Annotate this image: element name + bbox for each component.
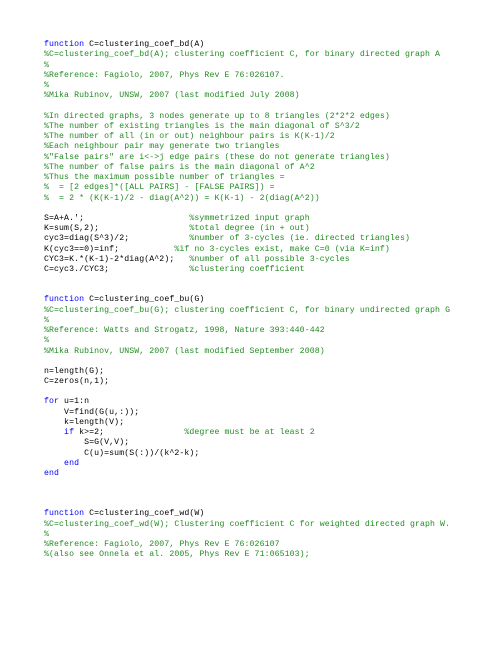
- comment-line: %Mika Rubinov, UNSW, 2007 (last modified…: [44, 347, 468, 357]
- code-line: cyc3=diag(S^3)/2; %number of 3-cycles (i…: [44, 234, 468, 244]
- keyword-function: function: [44, 40, 84, 49]
- comment-text: %number of 3-cycles (ie. directed triang…: [189, 234, 410, 243]
- comment-line: %In directed graphs, 3 nodes generate up…: [44, 112, 468, 122]
- code-line: CYC3=K.*(K-1)-2*diag(A^2); %number of al…: [44, 255, 468, 265]
- blank-line: [44, 204, 468, 214]
- code-line: C=cyc3./CYC3; %clustering coefficient: [44, 265, 468, 275]
- comment-text: %total degree (in + out): [189, 224, 309, 233]
- code-line: S=A+A.'; %symmetrized input graph: [44, 214, 468, 224]
- blank-line: [44, 489, 468, 499]
- comment-line: %: [44, 81, 468, 91]
- code-line: C(u)=sum(S(:))/(k^2-k);: [44, 449, 468, 459]
- comment-line: %Mika Rubinov, UNSW, 2007 (last modified…: [44, 91, 468, 101]
- code-text: C=cyc3./CYC3;: [44, 265, 189, 274]
- blank-line: [44, 285, 468, 295]
- comment-line: %Reference: Fagiolo, 2007, Phys Rev E 76…: [44, 71, 468, 81]
- comment-line: % = 2 * (K(K-1)/2 - diag(A^2)) = K(K-1) …: [44, 194, 468, 204]
- comment-line: %: [44, 530, 468, 540]
- keyword-end: end: [44, 459, 468, 469]
- signature-text: C=clustering_coef_wd(W): [84, 509, 204, 518]
- comment-line: %(also see Onnela et al. 2005, Phys Rev …: [44, 550, 468, 560]
- comment-line: %"False pairs" are i<->j edge pairs (the…: [44, 153, 468, 163]
- comment-line: %C=clustering_coef_bd(A); clustering coe…: [44, 50, 468, 60]
- keyword-function: function: [44, 509, 84, 518]
- code-line: K=sum(S,2); %total degree (in + out): [44, 224, 468, 234]
- comment-text: %degree must be at least 2: [184, 428, 314, 437]
- keyword-if: if: [44, 428, 74, 437]
- code-line: C=zeros(n,1);: [44, 377, 468, 387]
- blank-line: [44, 102, 468, 112]
- code-text: cyc3=diag(S^3)/2;: [44, 234, 189, 243]
- comment-line: %: [44, 316, 468, 326]
- comment-text: %clustering coefficient: [189, 265, 304, 274]
- comment-text: %number of all possible 3-cycles: [189, 255, 349, 264]
- blank-line: [44, 357, 468, 367]
- code-line: function C=clustering_coef_wd(W): [44, 509, 468, 519]
- comment-line: %Each neighbour pair may generate two tr…: [44, 142, 468, 152]
- code-text: S=A+A.';: [44, 214, 189, 223]
- comment-line: %Reference: Watts and Strogatz, 1998, Na…: [44, 326, 468, 336]
- code-line: V=find(G(u,:));: [44, 408, 468, 418]
- comment-text: %symmetrized input graph: [189, 214, 309, 223]
- code-line: if k>=2; %degree must be at least 2: [44, 428, 468, 438]
- code-line: S=G(V,V);: [44, 438, 468, 448]
- code-line: function C=clustering_coef_bu(G): [44, 295, 468, 305]
- comment-line: %Reference: Fagiolo, 2007, Phys Rev E 76…: [44, 540, 468, 550]
- code-line: k=length(V);: [44, 418, 468, 428]
- code-line: function C=clustering_coef_bd(A): [44, 40, 468, 50]
- comment-line: %C=clustering_coef_wd(W); Clustering coe…: [44, 520, 468, 530]
- code-line: n=length(G);: [44, 367, 468, 377]
- comment-line: %The number of false pairs is the main d…: [44, 163, 468, 173]
- comment-line: %The number of all (in or out) neighbour…: [44, 132, 468, 142]
- code-line: for u=1:n: [44, 397, 468, 407]
- comment-text: %if no 3-cycles exist, make C=0 (via K=i…: [174, 245, 390, 254]
- keyword-end: end: [44, 469, 468, 479]
- comment-line: % = [2 edges]*([ALL PAIRS] - [FALSE PAIR…: [44, 183, 468, 193]
- comment-line: %The number of existing triangles is the…: [44, 122, 468, 132]
- if-text: k>=2;: [74, 428, 184, 437]
- keyword-function: function: [44, 295, 84, 304]
- blank-line: [44, 275, 468, 285]
- comment-line: %C=clustering_coef_bu(G); clustering coe…: [44, 306, 468, 316]
- comment-line: %Thus the maximum possible number of tri…: [44, 173, 468, 183]
- blank-line: [44, 387, 468, 397]
- blank-line: [44, 499, 468, 509]
- code-text: CYC3=K.*(K-1)-2*diag(A^2);: [44, 255, 189, 264]
- keyword-for: for: [44, 397, 59, 406]
- code-line: K(cyc3==0)=inf; %if no 3-cycles exist, m…: [44, 245, 468, 255]
- comment-line: %: [44, 336, 468, 346]
- comment-line: %: [44, 61, 468, 71]
- code-text: K=sum(S,2);: [44, 224, 189, 233]
- signature-text: C=clustering_coef_bu(G): [84, 295, 204, 304]
- code-text: K(cyc3==0)=inf;: [44, 245, 174, 254]
- signature-text: C=clustering_coef_bd(A): [84, 40, 204, 49]
- blank-line: [44, 479, 468, 489]
- for-text: u=1:n: [59, 397, 89, 406]
